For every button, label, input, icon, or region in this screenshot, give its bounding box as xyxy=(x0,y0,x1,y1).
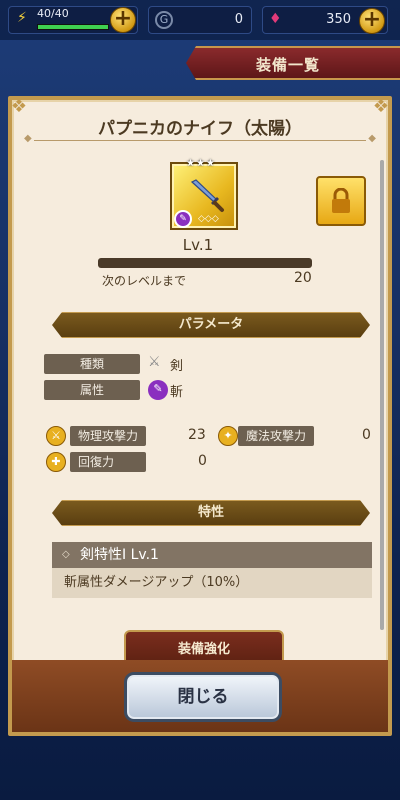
coin-counter: G 0 xyxy=(148,6,252,34)
attribute-label: 属性 xyxy=(44,380,140,400)
physical-attack-label: 物理攻撃力 xyxy=(70,426,146,446)
sword-icon: ⚔ xyxy=(148,354,161,370)
gem-counter: ♦ 350 + xyxy=(262,6,388,34)
item-level: Lv.1 xyxy=(182,236,214,254)
gem-icon: ♦ xyxy=(269,11,282,27)
equipment-detail-panel: ❖ ❖ ❖ ❖ パプニカのナイフ（太陽） ★★★ ✎ ◇◇◇ Lv.1 次のレベ… xyxy=(8,96,392,736)
magic-attack-icon: ✦ xyxy=(218,426,238,446)
diamond-icon: ◇ xyxy=(62,549,70,560)
type-value: 剣 xyxy=(170,359,184,374)
magic-attack-label: 魔法攻撃力 xyxy=(238,426,314,446)
magic-attack-value: 0 xyxy=(362,427,371,443)
heal-value: 0 xyxy=(198,453,207,469)
title-divider xyxy=(24,133,376,144)
add-gem-button[interactable]: + xyxy=(359,8,385,34)
trait-name: 剣特性Ⅰ Lv.1 xyxy=(80,547,159,563)
parameters-header: パラメータ xyxy=(52,312,370,338)
scrollbar-thumb[interactable] xyxy=(380,160,384,630)
scrollbar[interactable] xyxy=(380,160,384,630)
heal-label: 回復力 xyxy=(70,452,146,472)
close-button[interactable]: 閉じる xyxy=(124,672,282,722)
physical-attack-value: 23 xyxy=(188,427,206,443)
lock-icon xyxy=(332,188,350,213)
next-level-value: 20 xyxy=(294,270,312,286)
next-level-label: 次のレベルまで xyxy=(102,274,187,288)
attribute-value: 斬 xyxy=(170,385,184,400)
top-status-bar: ⚡ 40/40 + G 0 ♦ 350 + xyxy=(0,0,400,40)
tile-gems: ◇◇◇ xyxy=(198,214,219,224)
physical-attack-icon: ⚔ xyxy=(46,426,66,446)
coin-value: 0 xyxy=(234,12,243,27)
heal-icon: ✚ xyxy=(46,452,66,472)
slash-element-badge: ✎ xyxy=(174,210,192,228)
page-title: 装備一覧 xyxy=(256,56,321,74)
item-name: パプニカのナイフ（太陽） xyxy=(98,119,302,139)
coin-icon: G xyxy=(155,11,173,29)
slash-element-icon: ✎ xyxy=(148,380,168,400)
lock-button[interactable] xyxy=(316,176,366,226)
type-label: 種類 xyxy=(44,354,140,374)
trait-name-row: ◇ 剣特性Ⅰ Lv.1 xyxy=(52,542,372,568)
stamina-bar xyxy=(37,24,109,30)
weapon-icon-tile: ★★★ ✎ ◇◇◇ xyxy=(170,158,238,230)
trait-description: 斬属性ダメージアップ（10%） xyxy=(52,568,372,598)
sword-icon xyxy=(190,179,224,212)
detail-scroll-area[interactable]: ★★★ ✎ ◇◇◇ Lv.1 次のレベルまで 20 パラメータ 種類 ⚔ 剣 属… xyxy=(22,148,374,628)
stamina-value: 40/40 xyxy=(37,7,69,20)
gem-value: 350 xyxy=(326,12,351,27)
add-stamina-button[interactable]: + xyxy=(110,7,136,33)
traits-header: 特性 xyxy=(52,500,370,526)
exp-bar xyxy=(98,258,312,268)
page-title-tab: 装備一覧 xyxy=(186,46,400,80)
trait-card: ◇ 剣特性Ⅰ Lv.1 斬属性ダメージアップ（10%） xyxy=(52,542,372,598)
rarity-stars: ★★★ xyxy=(186,158,216,169)
lightning-icon: ⚡ xyxy=(17,10,27,26)
